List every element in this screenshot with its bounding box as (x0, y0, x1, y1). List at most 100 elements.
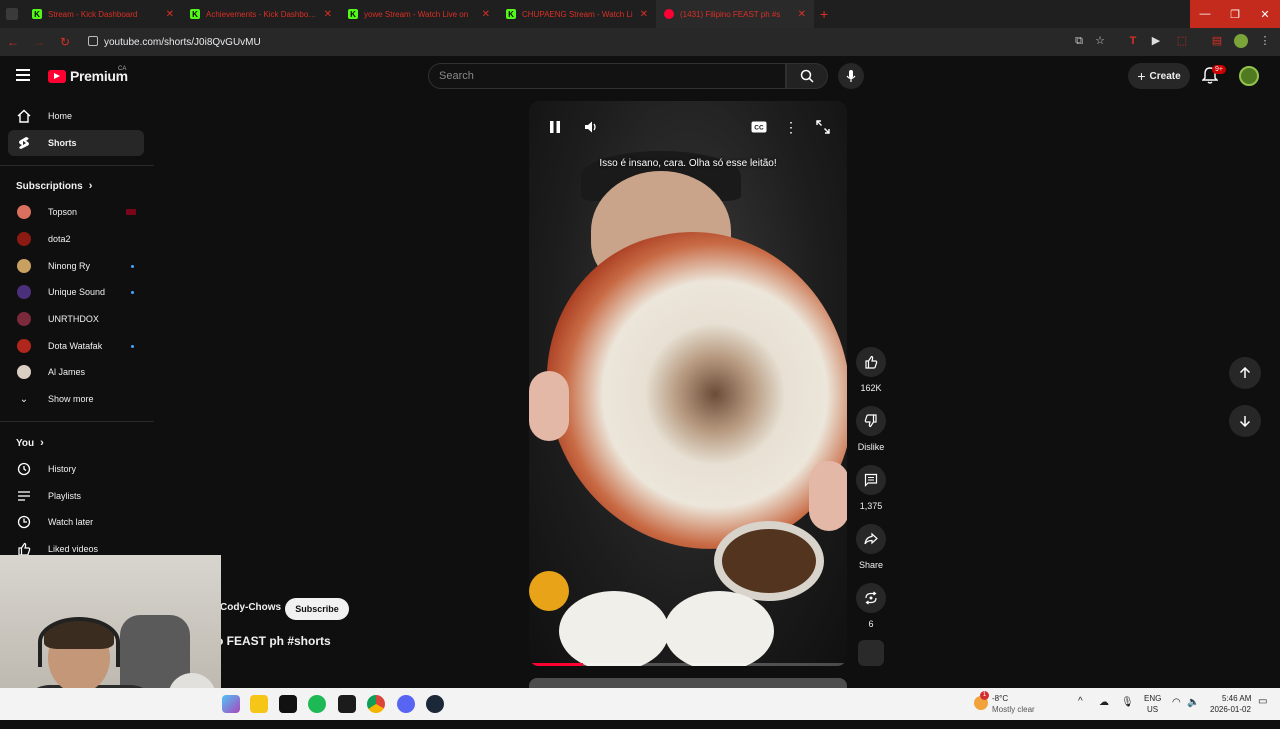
next-short-button[interactable] (1229, 405, 1261, 437)
fullscreen-icon[interactable] (815, 119, 831, 135)
bookmark-star-icon[interactable]: ☆ (1093, 34, 1107, 48)
sidebar-item-home[interactable]: Home (8, 103, 144, 129)
subscriptions-heading[interactable]: Subscriptions › (16, 180, 92, 192)
close-window-icon[interactable]: ✕ (1250, 0, 1280, 28)
sidebar-item-subscription[interactable]: Unique Sound (8, 279, 144, 305)
steam-icon[interactable] (426, 695, 444, 713)
forward-icon[interactable]: → (26, 35, 52, 49)
onedrive-icon[interactable]: ☁ (1099, 697, 1109, 729)
browser-tab-active[interactable]: (1431) Filipino FEAST ph #s ✕ (656, 0, 814, 28)
sidebar-item-subscription[interactable]: dota2 (8, 226, 144, 252)
menu-icon[interactable] (16, 69, 30, 81)
spotify-icon[interactable] (308, 695, 326, 713)
kick-icon: K (190, 9, 200, 19)
sidebar-item-label: Topson (48, 207, 78, 217)
dislike-icon (856, 406, 886, 436)
address-bar[interactable]: youtube.com/shorts/J0i8QvGUvMU (82, 31, 1112, 53)
sidebar-item-subscription[interactable]: Dota Watafak (8, 333, 144, 359)
maximize-icon[interactable]: ❐ (1220, 0, 1250, 28)
new-tab-button[interactable]: + (820, 6, 828, 22)
sidebar-item-playlists[interactable]: Playlists (8, 483, 144, 509)
search-input[interactable]: Search (428, 63, 786, 89)
file-explorer-icon[interactable] (250, 695, 268, 713)
dislike-button[interactable]: Dislike (856, 406, 886, 452)
weather-temp: -8°C (992, 694, 1009, 703)
tab-close-icon[interactable]: ✕ (482, 9, 490, 20)
subscribe-button[interactable]: Subscribe (285, 598, 349, 620)
sidebar-item-label: Liked videos (48, 544, 99, 554)
plus-icon: + (1137, 68, 1146, 84)
shorts-icon (19, 137, 29, 149)
reload-icon[interactable]: ↻ (52, 35, 78, 49)
tab-close-icon[interactable]: ✕ (798, 9, 806, 20)
you-heading[interactable]: You › (16, 437, 44, 449)
sidebar-item-watch-later[interactable]: Watch later (8, 509, 144, 535)
discord-icon[interactable] (397, 695, 415, 713)
video-frame-lemon (529, 571, 569, 611)
channel-thumbnail[interactable] (858, 640, 884, 666)
extensions-puzzle-icon[interactable]: ⬚ (1175, 34, 1189, 48)
show-more-button[interactable]: ⌄ Show more (8, 386, 144, 412)
tab-close-icon[interactable]: ✕ (640, 9, 648, 20)
new-content-dot (131, 290, 134, 294)
speaker-icon[interactable]: 🔈 (1187, 697, 1199, 729)
voice-search-button[interactable] (838, 63, 864, 89)
back-icon[interactable]: ← (0, 35, 26, 49)
share-button[interactable]: Share (856, 524, 886, 570)
kick-app-icon[interactable] (338, 695, 356, 713)
show-hidden-icons-icon[interactable]: ^ (1078, 696, 1083, 728)
browser-menu-icon[interactable]: ⋮ (1258, 34, 1272, 48)
volume-icon[interactable] (583, 119, 599, 135)
remix-button[interactable]: 6 (856, 583, 886, 629)
search-button[interactable] (786, 63, 828, 89)
minimize-icon[interactable]: — (1190, 0, 1220, 28)
tab-close-icon[interactable]: ✕ (166, 9, 174, 20)
clock-date: 2026-01-02 (1210, 705, 1251, 714)
sidebar-item-subscription[interactable]: Topson (8, 199, 144, 225)
profile-avatar-icon[interactable] (1234, 34, 1248, 48)
tiktok-icon[interactable] (279, 695, 297, 713)
chrome-icon[interactable] (367, 695, 385, 713)
video-frame-rice (559, 591, 669, 666)
comments-button[interactable]: 1,375 (856, 465, 886, 511)
channel-avatar (17, 312, 31, 326)
shorts-player[interactable]: CC ⋮ Isso é insano, cara. Olha só esse l… (529, 101, 847, 666)
tab-title: CHUPAENG Stream - Watch Li (522, 9, 633, 19)
sidebar-item-history[interactable]: History (8, 456, 144, 482)
previous-short-button[interactable] (1229, 357, 1261, 389)
browser-tab[interactable]: K Achievements - Kick Dashboard ✕ (182, 0, 340, 28)
sidebar-panel-icon[interactable]: ▤ (1210, 34, 1224, 48)
browser-tab[interactable]: K yowe Stream - Watch Live on ✕ (340, 0, 498, 28)
sidebar-item-shorts[interactable]: Shorts (8, 130, 144, 156)
create-button[interactable]: + Create (1128, 63, 1190, 89)
like-count: 162K (860, 383, 882, 393)
pause-icon[interactable] (547, 119, 563, 135)
tab-search-icon[interactable] (6, 8, 18, 20)
install-app-icon[interactable]: ⧉ (1072, 34, 1086, 48)
site-info-icon[interactable] (88, 36, 98, 46)
copilot-icon[interactable] (222, 695, 240, 713)
sidebar-item-subscription[interactable]: UNRTHDOX (8, 306, 144, 332)
sidebar-item-subscription[interactable]: Al James (8, 359, 144, 385)
sidebar-item-subscription[interactable]: Ninong Ry (8, 253, 144, 279)
browser-tab[interactable]: K Stream - Kick Dashboard ✕ (24, 0, 182, 28)
video-progress-bar[interactable] (529, 663, 847, 666)
microphone-tray-icon[interactable]: 🎙 (1121, 697, 1134, 729)
subscriptions-title: Subscriptions (16, 180, 83, 192)
captions-icon[interactable]: CC (751, 119, 767, 135)
browser-tab[interactable]: K CHUPAENG Stream - Watch Li ✕ (498, 0, 656, 28)
youtube-logo[interactable]: Premium CA (48, 66, 128, 84)
channel-avatar (17, 232, 31, 246)
more-options-icon[interactable]: ⋮ (783, 119, 799, 135)
watch-later-icon (17, 515, 31, 529)
notification-center-icon[interactable]: ▭ (1258, 696, 1267, 728)
channel-name[interactable]: Cody-Chows (220, 602, 281, 613)
wifi-icon[interactable]: ◠ (1172, 697, 1181, 729)
video-frame-lechon (529, 203, 847, 579)
account-avatar[interactable] (1239, 66, 1259, 86)
tab-close-icon[interactable]: ✕ (324, 9, 332, 20)
sidebar-item-label: Home (48, 111, 73, 121)
media-play-icon[interactable]: ▶ (1149, 34, 1163, 48)
extension-icon[interactable]: T (1126, 34, 1140, 48)
like-button[interactable]: 162K (856, 347, 886, 393)
